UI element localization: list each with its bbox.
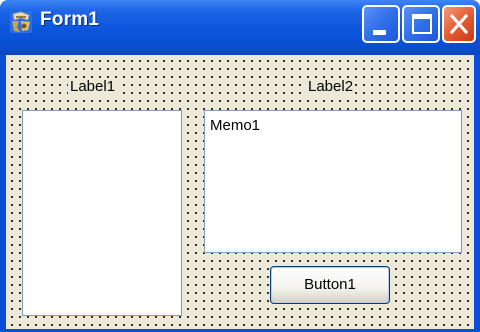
- button1[interactable]: Button1: [270, 266, 390, 304]
- memo-field[interactable]: Memo1: [204, 110, 462, 253]
- memo-text: Memo1: [210, 117, 261, 134]
- list-box[interactable]: [22, 110, 182, 316]
- form-window: Form1 Label1 Label2 Memo1 Button1: [0, 0, 480, 332]
- label1[interactable]: Label1: [68, 78, 118, 96]
- minimize-button[interactable]: [362, 5, 400, 43]
- title-bar[interactable]: Form1: [0, 0, 480, 55]
- app-icon: [10, 11, 32, 33]
- close-icon: [449, 13, 469, 35]
- minimize-icon: [373, 30, 386, 35]
- maximize-icon: [412, 14, 432, 34]
- window-title: Form1: [40, 9, 100, 30]
- close-button[interactable]: [442, 5, 476, 43]
- maximize-button[interactable]: [402, 5, 440, 43]
- label2[interactable]: Label2: [306, 78, 356, 96]
